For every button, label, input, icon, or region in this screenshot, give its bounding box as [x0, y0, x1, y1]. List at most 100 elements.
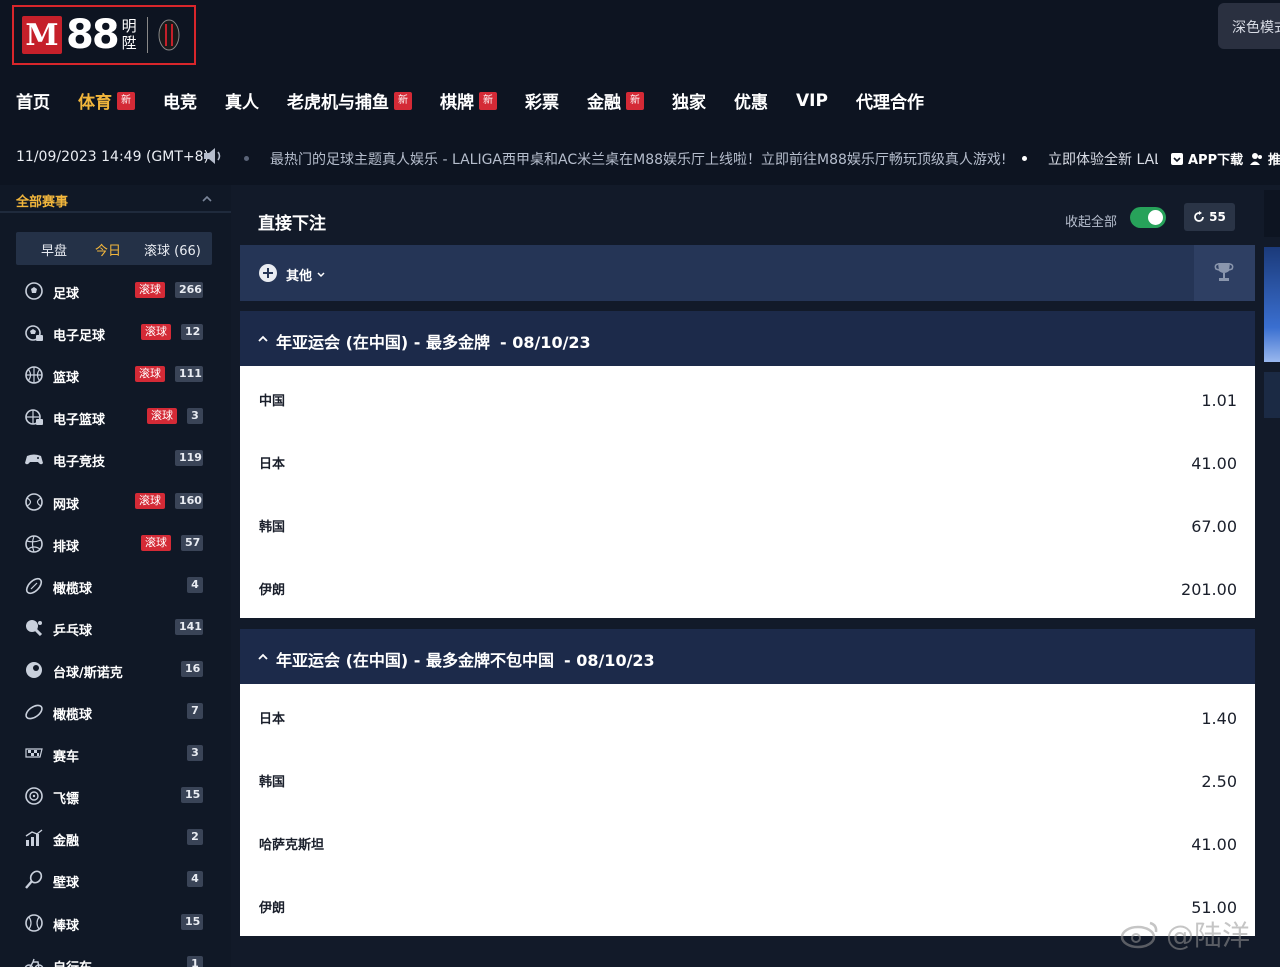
soccer-icon [25, 282, 43, 300]
odds-button[interactable]: 67.00 [1191, 517, 1237, 536]
plus-circle-icon[interactable] [258, 263, 278, 283]
section-header[interactable]: 年亚运会 (在中国) - 最多金牌 - 08/10/23 [240, 311, 1255, 366]
odds-button[interactable]: 2.50 [1201, 772, 1237, 791]
sidebar-item[interactable]: 排球 滚球 57 [0, 527, 231, 561]
phone-icon [1171, 152, 1183, 165]
nav-vip[interactable]: VIP [796, 91, 828, 111]
sidebar-item[interactable]: 橄榄球 4 [0, 569, 231, 603]
ticker-dot [244, 156, 249, 161]
ticker-dot [1022, 156, 1027, 161]
selection-name: 伊朗 [259, 583, 286, 598]
sidebar-item[interactable]: 电子竞技 119 [0, 442, 231, 476]
nav-exclusive[interactable]: 独家 [672, 88, 706, 113]
tab-live[interactable]: 滚球 (66) [144, 240, 201, 259]
club-crest-icon [158, 19, 180, 51]
collapse-all-toggle[interactable] [1130, 207, 1166, 228]
banner-image[interactable] [1264, 247, 1280, 362]
chevron-up-icon[interactable] [201, 193, 213, 205]
market-tabs: 早盘 今日 滚球 (66) [16, 232, 212, 265]
nav-promotions[interactable]: 优惠 [734, 88, 768, 113]
sidebar-item[interactable]: 足球 滚球 266 [0, 274, 231, 308]
live-badge: 滚球 [141, 324, 171, 341]
event-count-badge: 57 [181, 534, 203, 551]
odds-row: 伊朗 201.00 [240, 555, 1255, 618]
banner-nav-button[interactable] [1264, 372, 1280, 418]
odds-row: 哈萨克斯坦 41.00 [240, 810, 1255, 873]
section-title: 年亚运会 (在中国) - 最多金牌 - 08/10/23 [276, 333, 591, 352]
sidebar-item[interactable]: 飞镖 15 [0, 779, 231, 813]
info-bar: 11/09/2023 14:49 (GMT+8) 最热门的足球主题真人娱乐 - … [0, 140, 1280, 174]
site-header: M 88 明 陞 深色模式 首页 体育新 电竞 真人 老虎机与捕鱼新 棋牌新 彩… [0, 0, 1280, 185]
table-tennis-icon [26, 619, 43, 636]
announcement-ticker-next[interactable]: 立即体验全新 LAL [1048, 149, 1158, 169]
tennis-icon [25, 492, 43, 511]
refresh-icon [1194, 211, 1205, 222]
nav-live-casino[interactable]: 真人 [225, 88, 259, 113]
sidebar-item[interactable]: 电子足球 滚球 12 [0, 316, 231, 350]
logo-chinese: 明 陞 [121, 17, 137, 52]
sidebar-item[interactable]: 壁球 4 [0, 863, 231, 897]
filter-other-dropdown[interactable]: 其他 [286, 265, 326, 284]
sidebar-item[interactable]: 橄榄球 7 [0, 695, 231, 729]
dark-mode-button[interactable]: 深色模式 [1218, 3, 1280, 49]
sports-sidebar: 全部赛事 早盘 今日 滚球 (66) 足球 滚球 266 电子足球 滚球 12 篮球 滚球 11… [0, 185, 231, 967]
sidebar-item-label: 壁球 [53, 876, 80, 892]
nav-card-games[interactable]: 棋牌新 [440, 88, 497, 113]
selection-name: 日本 [259, 457, 286, 472]
m88-logo[interactable]: M 88 明 陞 [12, 5, 196, 65]
odds-button[interactable]: 1.01 [1201, 391, 1237, 410]
tab-today[interactable]: 今日 [95, 240, 121, 259]
live-badge: 滚球 [141, 534, 171, 551]
esoccer-icon [25, 325, 43, 342]
sidebar-item[interactable]: 赛车 3 [0, 737, 231, 771]
tab-early[interactable]: 早盘 [41, 240, 67, 259]
live-badge: 滚球 [135, 366, 165, 383]
market-section: 年亚运会 (在中国) - 最多金牌不包中国 - 08/10/23 日本 1.40 韩国 2… [240, 629, 1255, 936]
sidebar-item[interactable]: 自行车 1 [0, 948, 231, 967]
odds-button[interactable]: 1.40 [1201, 709, 1237, 728]
nav-sports[interactable]: 体育新 [78, 88, 135, 113]
event-count-badge: 1 [187, 955, 203, 967]
event-count-badge: 4 [187, 871, 203, 888]
nav-affiliate[interactable]: 代理合作 [856, 88, 924, 113]
sidebar-item[interactable]: 电子篮球 滚球 3 [0, 400, 231, 434]
sidebar-item[interactable]: 乒乓球 141 [0, 611, 231, 645]
selection-name: 韩国 [259, 520, 286, 535]
users-icon [1250, 152, 1262, 165]
filter-bar: 其他 [240, 245, 1255, 301]
banner-edge [1264, 190, 1280, 237]
weibo-icon [1120, 921, 1158, 949]
nav-esports[interactable]: 电竞 [163, 88, 197, 113]
sidebar-item[interactable]: 台球/斯诺克 16 [0, 653, 231, 687]
nav-finance[interactable]: 金融新 [587, 88, 644, 113]
live-badge: 滚球 [135, 492, 165, 509]
section-title: 年亚运会 (在中国) - 最多金牌不包中国 - 08/10/23 [276, 651, 655, 670]
referral-link[interactable]: 推 [1250, 149, 1280, 168]
sidebar-item[interactable]: 篮球 滚球 111 [0, 358, 231, 392]
new-badge: 新 [394, 91, 412, 110]
event-count-badge: 3 [187, 745, 203, 762]
sidebar-title: 全部赛事 [16, 195, 69, 210]
odds-button[interactable]: 201.00 [1181, 580, 1237, 599]
finance-icon [25, 829, 43, 847]
nav-lottery[interactable]: 彩票 [525, 88, 559, 113]
datetime: 11/09/2023 14:49 (GMT+8) [16, 149, 209, 165]
sidebar-item[interactable]: 网球 滚球 160 [0, 485, 231, 519]
section-header[interactable]: 年亚运会 (在中国) - 最多金牌不包中国 - 08/10/23 [240, 629, 1255, 684]
refresh-button[interactable]: 55 [1184, 203, 1235, 231]
main-content: 直接下注 收起全部 55 其他 年亚运会 (在中国) - 最多金牌 - 08/10… [231, 185, 1280, 967]
nav-slots-fishing[interactable]: 老虎机与捕鱼新 [287, 88, 412, 113]
sidebar-item[interactable]: 棒球 15 [0, 906, 231, 940]
event-count-badge: 3 [187, 408, 203, 425]
nav-home[interactable]: 首页 [16, 88, 50, 113]
chevron-up-icon[interactable] [257, 333, 269, 345]
odds-button[interactable]: 41.00 [1191, 454, 1237, 473]
sidebar-header[interactable]: 全部赛事 [0, 185, 231, 213]
outright-button[interactable] [1194, 245, 1255, 301]
baseball-icon [25, 913, 43, 932]
app-download-link[interactable]: APP下载 [1170, 149, 1243, 168]
sidebar-item-label: 网球 [53, 497, 80, 513]
odds-button[interactable]: 41.00 [1191, 835, 1237, 854]
sidebar-item[interactable]: 金融 2 [0, 821, 231, 855]
chevron-up-icon[interactable] [257, 651, 269, 663]
